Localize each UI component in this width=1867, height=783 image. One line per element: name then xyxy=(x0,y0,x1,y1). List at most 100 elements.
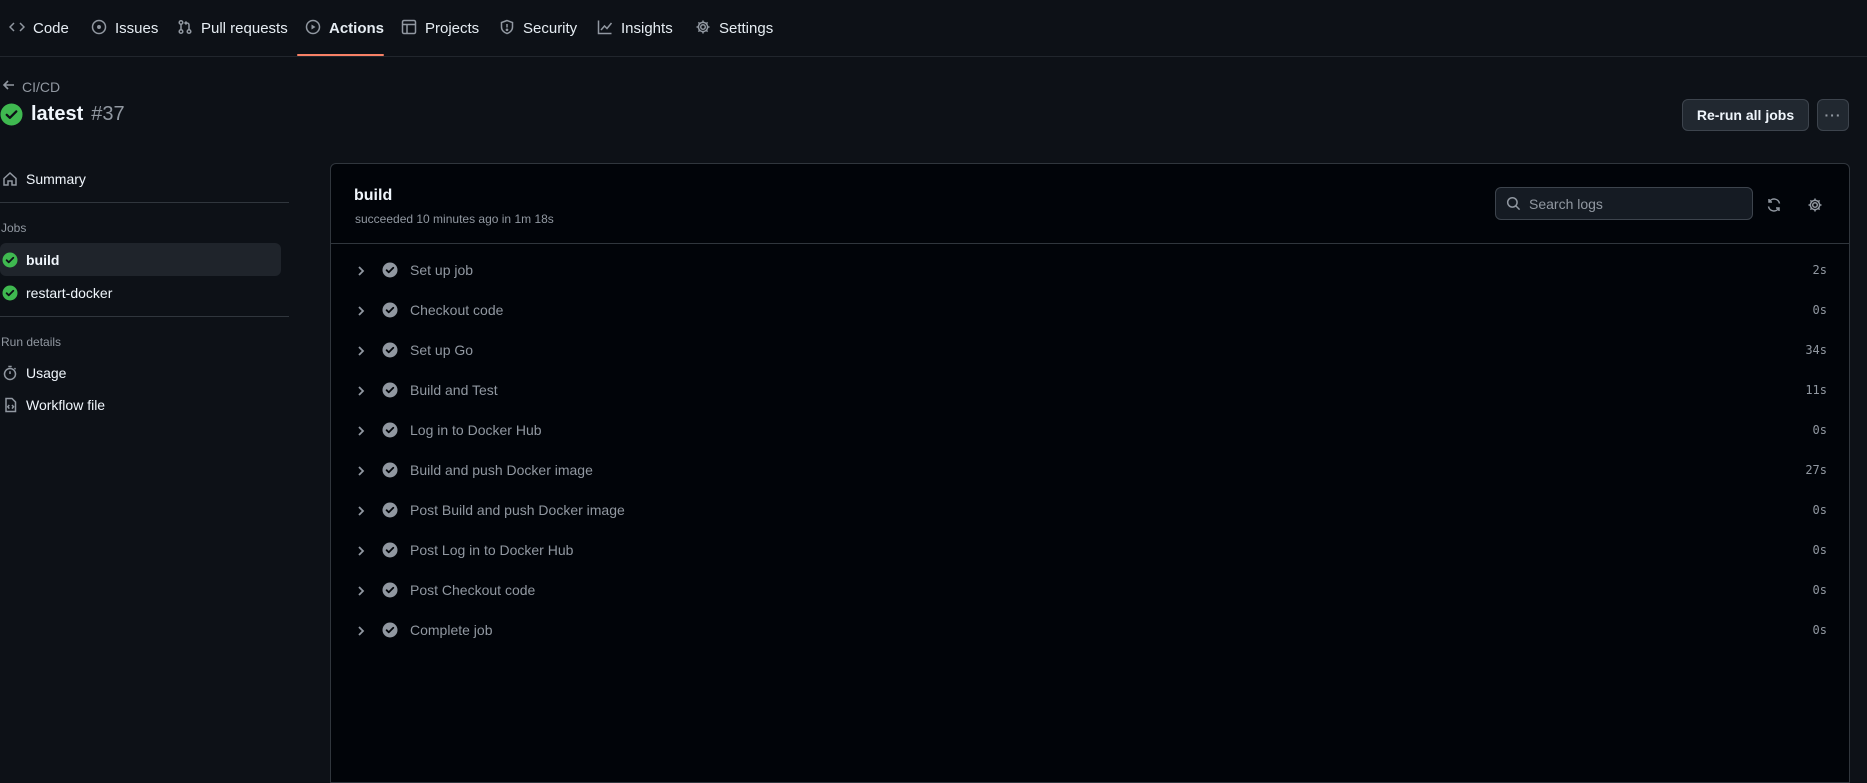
tab-security[interactable]: Security xyxy=(499,0,577,57)
step-row[interactable]: Checkout code 0s xyxy=(331,290,1849,330)
check-circle-fill-icon xyxy=(382,262,398,278)
active-tab-indicator xyxy=(297,54,384,56)
run-name: latest xyxy=(31,103,84,125)
more-options-button[interactable]: ··· xyxy=(1817,99,1849,131)
sidebar-job-restart-docker[interactable]: restart-docker xyxy=(0,276,281,309)
tab-label: Actions xyxy=(329,20,385,37)
sidebar-item-usage[interactable]: Usage xyxy=(0,356,281,389)
refresh-button[interactable] xyxy=(1766,197,1782,213)
step-name: Complete job xyxy=(410,622,493,638)
git-pull-request-icon xyxy=(177,19,193,39)
tab-actions[interactable]: Actions xyxy=(305,0,384,57)
file-code-icon xyxy=(5,397,17,412)
sidebar-item-label: Summary xyxy=(26,170,86,187)
chevron-right-icon[interactable] xyxy=(355,264,367,276)
gear-icon xyxy=(1808,198,1822,212)
tab-label: Insights xyxy=(621,20,673,37)
step-row[interactable]: Set up Go 34s xyxy=(331,330,1849,370)
log-settings-button[interactable] xyxy=(1807,197,1823,213)
sidebar-item-workflow-file[interactable]: Workflow file xyxy=(0,388,281,421)
tab-pull-requests[interactable]: Pull requests xyxy=(177,0,288,57)
step-name: Checkout code xyxy=(410,302,504,318)
job-header: build succeeded 10 minutes ago in 1m 18s xyxy=(331,164,1849,244)
step-duration: 0s xyxy=(1812,583,1827,597)
step-row[interactable]: Log in to Docker Hub 0s xyxy=(331,410,1849,450)
tab-label: Security xyxy=(523,20,578,37)
step-duration: 0s xyxy=(1812,303,1827,317)
step-name: Set up Go xyxy=(410,342,474,358)
sidebar-item-label: build xyxy=(26,251,60,268)
workflow-name: CI/CD xyxy=(22,78,61,95)
stopwatch-icon xyxy=(3,365,17,380)
chevron-right-icon[interactable] xyxy=(355,384,367,396)
tab-label: Projects xyxy=(425,20,480,37)
step-row[interactable]: Build and Test 11s xyxy=(331,370,1849,410)
step-name: Log in to Docker Hub xyxy=(410,422,542,438)
kebab-horizontal-icon: ··· xyxy=(1824,107,1842,123)
sidebar-divider xyxy=(0,202,289,203)
tab-label: Issues xyxy=(115,20,159,37)
tab-label: Settings xyxy=(719,20,774,37)
check-circle-fill-icon xyxy=(382,422,398,438)
chevron-right-icon[interactable] xyxy=(355,464,367,476)
run-number: #37 xyxy=(91,103,125,125)
chevron-right-icon[interactable] xyxy=(355,424,367,436)
step-row[interactable]: Post Checkout code 0s xyxy=(331,570,1849,610)
back-to-workflow-link[interactable]: CI/CD xyxy=(2,78,60,95)
tab-code[interactable]: Code xyxy=(8,0,69,57)
step-duration: 11s xyxy=(1805,383,1827,397)
chevron-right-icon[interactable] xyxy=(355,344,367,356)
step-name: Build and push Docker image xyxy=(410,462,593,478)
rerun-all-jobs-button[interactable]: Re-run all jobs xyxy=(1682,99,1809,131)
run-title: latest #37 xyxy=(0,103,125,126)
step-row[interactable]: Set up job 2s xyxy=(331,250,1849,290)
sidebar-item-summary[interactable]: Summary xyxy=(0,162,281,195)
tab-label: Pull requests xyxy=(201,20,288,37)
chevron-right-icon[interactable] xyxy=(355,504,367,516)
step-duration: 34s xyxy=(1805,343,1827,357)
step-name: Set up job xyxy=(410,262,474,278)
step-duration: 0s xyxy=(1812,503,1827,517)
tab-insights[interactable]: Insights xyxy=(597,0,673,57)
play-icon xyxy=(305,19,321,39)
run-details-heading: Run details xyxy=(1,335,62,349)
check-circle-fill-icon xyxy=(0,103,23,126)
arrow-left-icon xyxy=(2,78,16,95)
step-row[interactable]: Build and push Docker image 27s xyxy=(331,450,1849,490)
check-circle-fill-icon xyxy=(382,342,398,358)
step-duration: 0s xyxy=(1812,543,1827,557)
sidebar-item-label: Workflow file xyxy=(26,396,106,413)
search-logs-input[interactable] xyxy=(1529,195,1729,212)
step-name: Post Checkout code xyxy=(410,582,536,598)
tab-issues[interactable]: Issues xyxy=(91,0,158,57)
step-duration: 0s xyxy=(1812,423,1827,437)
step-row[interactable]: Post Build and push Docker image 0s xyxy=(331,490,1849,530)
sidebar-job-build[interactable]: build xyxy=(0,243,281,276)
step-row[interactable]: Complete job 0s xyxy=(331,610,1849,650)
step-row[interactable]: Post Log in to Docker Hub 0s xyxy=(331,530,1849,570)
search-icon xyxy=(1506,196,1521,211)
job-title: build xyxy=(354,187,393,204)
tab-settings[interactable]: Settings xyxy=(695,0,773,57)
chevron-right-icon[interactable] xyxy=(355,584,367,596)
chevron-right-icon[interactable] xyxy=(355,624,367,636)
check-circle-fill-icon xyxy=(382,462,398,478)
check-circle-fill-icon xyxy=(382,622,398,638)
sidebar-item-label: Usage xyxy=(26,364,67,381)
step-name: Post Log in to Docker Hub xyxy=(410,542,574,558)
graph-icon xyxy=(597,19,613,39)
step-duration: 27s xyxy=(1805,463,1827,477)
tab-projects[interactable]: Projects xyxy=(401,0,479,57)
shield-icon xyxy=(499,19,515,39)
step-duration: 2s xyxy=(1812,263,1827,277)
step-name: Build and Test xyxy=(410,382,498,398)
job-status-text: succeeded 10 minutes ago in 1m 18s xyxy=(355,212,554,226)
chevron-right-icon[interactable] xyxy=(355,304,367,316)
check-circle-fill-icon xyxy=(382,502,398,518)
jobs-heading: Jobs xyxy=(1,221,27,235)
check-circle-fill-icon xyxy=(2,252,18,267)
search-logs-field[interactable] xyxy=(1495,187,1753,220)
check-circle-fill-icon xyxy=(382,582,398,598)
check-circle-fill-icon xyxy=(382,382,398,398)
chevron-right-icon[interactable] xyxy=(355,544,367,556)
